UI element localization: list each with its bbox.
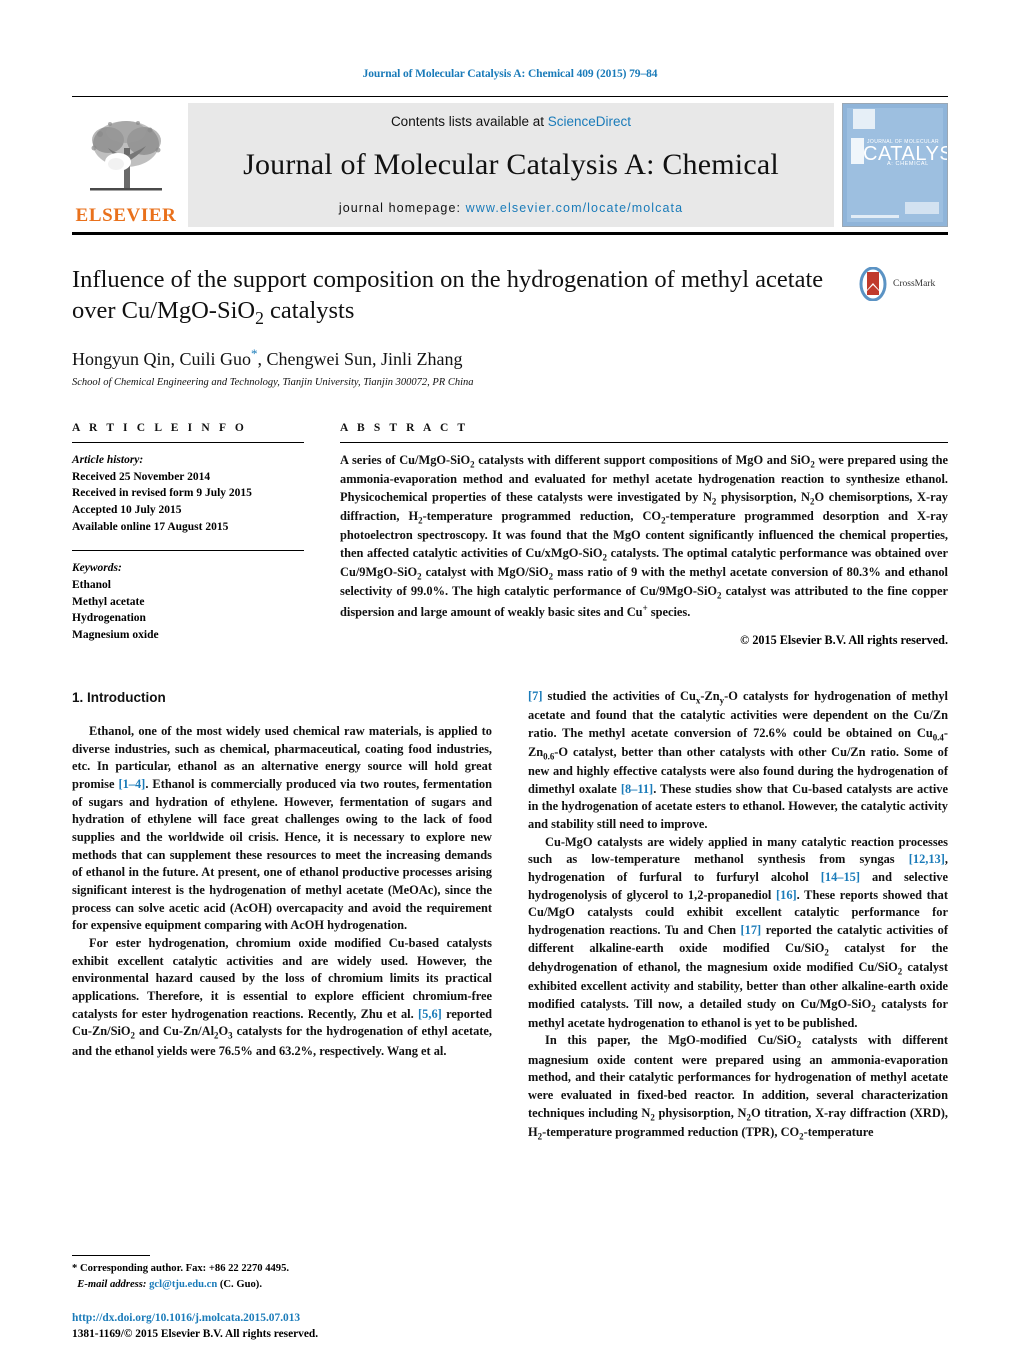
- affiliation: School of Chemical Engineering and Techn…: [72, 376, 474, 388]
- journal-homepage-line: journal homepage: www.elsevier.com/locat…: [339, 201, 683, 215]
- abstract-text: A series of Cu/MgO-SiO2 catalysts with d…: [340, 452, 949, 620]
- section-heading-introduction: 1. Introduction: [72, 689, 166, 705]
- author-list: Hongyun Qin, Cuili Guo*, Chengwei Sun, J…: [72, 346, 852, 370]
- title-line-1: Influence of the support composition on …: [72, 266, 750, 293]
- page-title: Influence of the support composition on …: [72, 265, 852, 329]
- paragraph: In this paper, the MgO-modified Cu/SiO2 …: [528, 1033, 949, 1142]
- doi-link[interactable]: http://dx.doi.org/10.1016/j.molcata.2015…: [72, 1310, 502, 1327]
- corresponding-author-note: * Corresponding author. Fax: +86 22 2270…: [72, 1263, 290, 1275]
- cover-subtitle: A: CHEMICAL: [887, 161, 929, 168]
- keyword-item: Ethanol: [72, 579, 111, 591]
- crossmark-icon: [859, 267, 887, 301]
- authors-after-star: , Chengwei Sun, Jinli Zhang: [257, 348, 463, 369]
- abstract-heading: A B S T R A C T: [340, 421, 469, 434]
- cover-publisher-mark: [905, 202, 939, 214]
- article-history-label: Article history:: [72, 453, 144, 466]
- authors-before-star: Hongyun Qin, Cuili Guo: [72, 348, 252, 369]
- citation-link[interactable]: [14–15]: [821, 870, 860, 884]
- citation-link[interactable]: [16]: [776, 888, 797, 902]
- running-head: Journal of Molecular Catalysis A: Chemic…: [362, 68, 658, 80]
- keyword-item: Methyl acetate: [72, 595, 145, 608]
- citation-link[interactable]: [1–4]: [118, 777, 145, 791]
- crossmark-label: CrossMark: [893, 279, 936, 289]
- journal-masthead: ELSEVIER Contents lists available at Sci…: [72, 96, 948, 227]
- history-item: Accepted 10 July 2015: [72, 503, 182, 516]
- citation-link[interactable]: [5,6]: [418, 1007, 442, 1021]
- citation-link[interactable]: [8–11]: [621, 782, 653, 796]
- footnote-rule: [72, 1255, 150, 1257]
- history-item: Received in revised form 9 July 2015: [72, 487, 252, 500]
- footnote-block: * Corresponding author. Fax: +86 22 2270…: [72, 1255, 492, 1293]
- title-block: Influence of the support composition on …: [72, 265, 948, 388]
- paragraph: Cu-MgO catalysts are widely applied in m…: [528, 834, 949, 1030]
- journal-cover-thumbnail: JOURNAL OF MOLECULAR CATALYSIS A: CHEMIC…: [842, 103, 948, 227]
- abstract-rule: [340, 441, 948, 443]
- paragraph: For ester hydrogenation, chromium oxide …: [72, 935, 492, 1058]
- paragraph: [7] studied the activities of Cux-Zny-O …: [528, 688, 948, 831]
- sciencedirect-link[interactable]: ScienceDirect: [548, 114, 631, 129]
- article-info-heading: A R T I C L E I N F O: [72, 421, 247, 434]
- email-label: E-mail address:: [77, 1279, 147, 1291]
- masthead-bottom-rule: [72, 232, 948, 235]
- body-column-right: [7] studied the activities of Cux-Zny-O …: [528, 688, 948, 1158]
- email-link[interactable]: gcl@tju.edu.cn: [149, 1279, 217, 1290]
- footer-doi-block: http://dx.doi.org/10.1016/j.molcata.2015…: [72, 1310, 502, 1343]
- keyword-item: Hydrogenation: [72, 612, 146, 625]
- homepage-url-link[interactable]: www.elsevier.com/locate/molcata: [466, 201, 684, 215]
- article-info-column: A R T I C L E I N F O Article history: R…: [72, 422, 304, 648]
- citation-link[interactable]: [17]: [741, 923, 762, 937]
- keywords-rule: [72, 550, 304, 552]
- email-note: E-mail address: gcl@tju.edu.cn (C. Guo).: [72, 1277, 492, 1293]
- citation-link[interactable]: [12,13]: [909, 852, 945, 866]
- keywords-label: Keywords:: [72, 562, 122, 575]
- body-columns: 1. Introduction Ethanol, one of the most…: [72, 688, 948, 1158]
- body-column-left: 1. Introduction Ethanol, one of the most…: [72, 688, 492, 1158]
- citation-link[interactable]: [7]: [528, 689, 542, 703]
- abstract-copyright: © 2015 Elsevier B.V. All rights reserved…: [740, 632, 948, 647]
- email-suffix: (C. Guo).: [217, 1279, 262, 1291]
- cover-corner-mark: [853, 109, 875, 129]
- cover-footer-bar: [851, 215, 899, 218]
- elsevier-tree-icon: [80, 114, 172, 206]
- paper-page: Journal of Molecular Catalysis A: Chemic…: [0, 0, 1020, 1351]
- keyword-item: Magnesium oxide: [72, 629, 159, 642]
- article-info-rule: [72, 441, 304, 443]
- issn-copyright-line: 1381-1169/© 2015 Elsevier B.V. All right…: [72, 1328, 319, 1341]
- masthead-center-panel: Contents lists available at ScienceDirec…: [188, 103, 834, 227]
- contents-available-line: Contents lists available at ScienceDirec…: [391, 114, 631, 129]
- contents-prefix: Contents lists available at: [390, 114, 548, 129]
- journal-title: Journal of Molecular Catalysis A: Chemic…: [243, 148, 779, 181]
- elsevier-wordmark: ELSEVIER: [75, 205, 177, 226]
- history-item: Available online 17 August 2015: [72, 520, 229, 533]
- homepage-prefix: journal homepage:: [338, 201, 466, 215]
- abstract-column: A B S T R A C T A series of Cu/MgO-SiO2 …: [332, 422, 948, 648]
- info-abstract-region: A R T I C L E I N F O Article history: R…: [72, 422, 948, 648]
- history-item: Received 25 November 2014: [72, 470, 211, 483]
- crossmark-badge[interactable]: CrossMark: [856, 267, 948, 301]
- paragraph: Ethanol, one of the most widely used che…: [72, 723, 492, 933]
- elsevier-logo: ELSEVIER: [72, 103, 180, 227]
